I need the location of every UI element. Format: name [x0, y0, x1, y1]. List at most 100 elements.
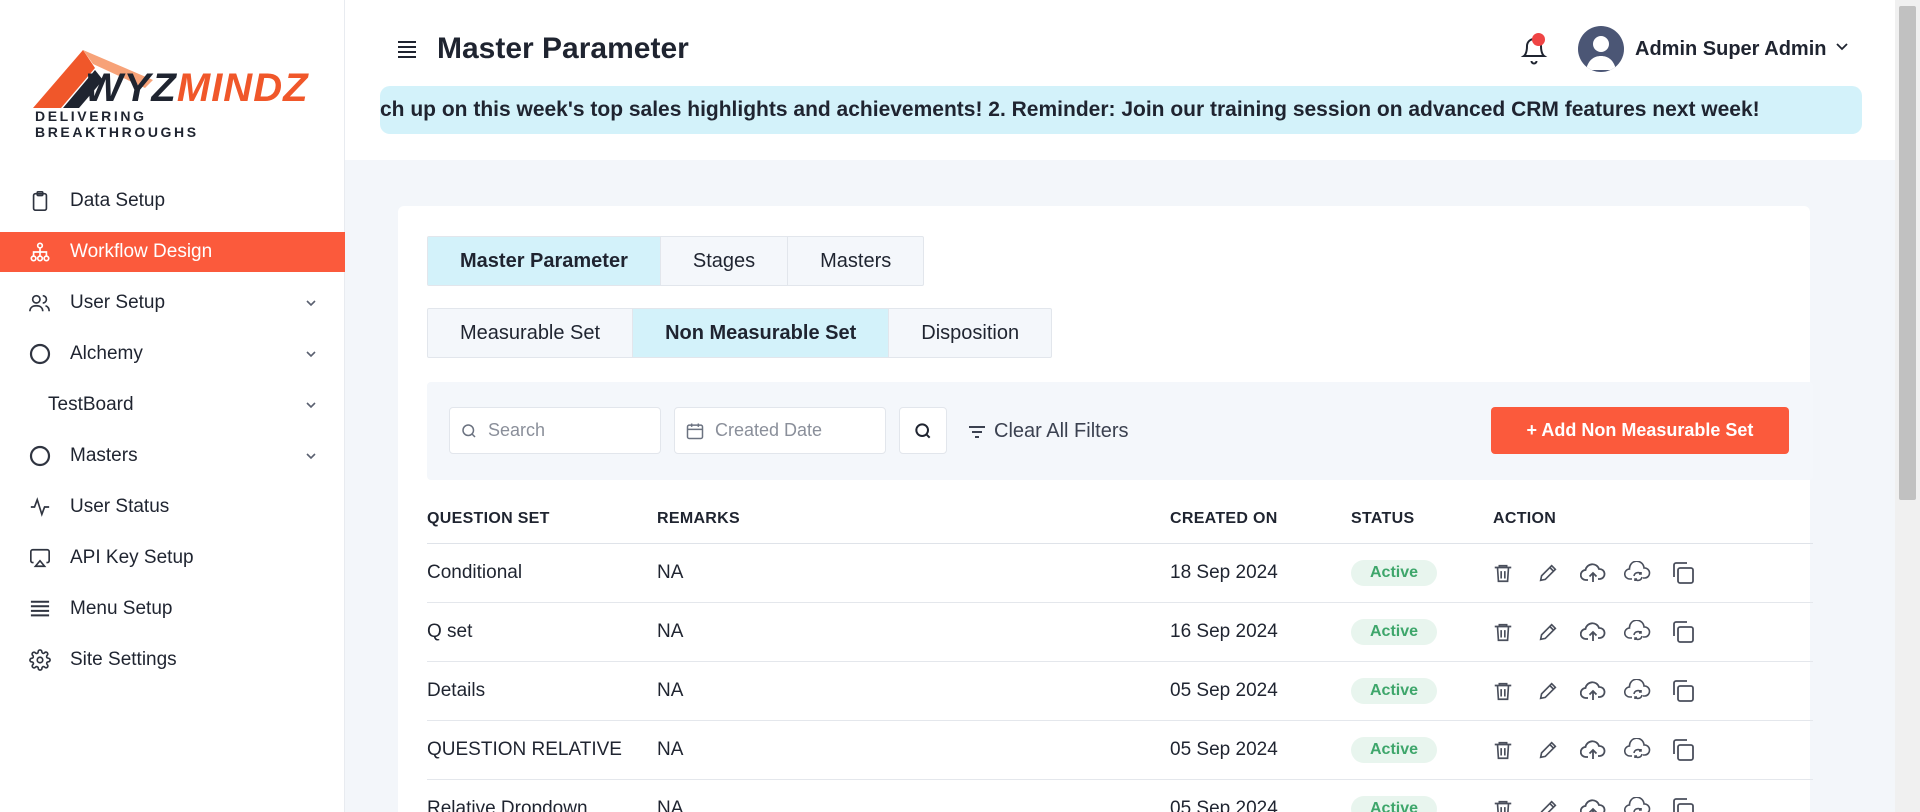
cloud-sync-icon[interactable] — [1624, 677, 1652, 705]
tab-master-parameter[interactable]: Master Parameter — [428, 237, 661, 285]
cell-question-set: Details — [427, 680, 486, 701]
users-icon — [28, 291, 52, 315]
logo-brand-part1: WYZ — [85, 66, 177, 110]
clipboard-icon — [28, 189, 52, 213]
tab-measurable-set[interactable]: Measurable Set — [428, 309, 634, 357]
status-badge: Active — [1351, 796, 1437, 812]
copy-icon[interactable] — [1669, 795, 1697, 812]
delete-icon[interactable] — [1489, 559, 1517, 587]
table-row: QUESTION RELATIVE NA 05 Sep 2024 Active — [427, 721, 1813, 780]
cell-created-on: 05 Sep 2024 — [1170, 798, 1278, 812]
hamburger-menu-icon[interactable] — [397, 40, 417, 58]
cloud-sync-icon[interactable] — [1624, 559, 1652, 587]
search-input[interactable] — [488, 420, 638, 441]
upload-icon[interactable] — [1579, 795, 1607, 812]
chevron-down-icon — [306, 452, 316, 459]
edit-icon[interactable] — [1534, 736, 1562, 764]
cloud-sync-icon[interactable] — [1624, 795, 1652, 812]
edit-icon[interactable] — [1534, 795, 1562, 812]
row-actions — [1489, 618, 1714, 646]
status-badge: Active — [1351, 737, 1437, 763]
calendar-icon — [685, 421, 705, 441]
cell-created-on: 05 Sep 2024 — [1170, 739, 1278, 760]
chevron-down-icon — [306, 401, 316, 408]
delete-icon[interactable] — [1489, 618, 1517, 646]
ticker-text: ch up on this week's top sales highlight… — [380, 98, 1760, 121]
avatar[interactable] — [1578, 26, 1624, 72]
copy-icon[interactable] — [1669, 736, 1697, 764]
edit-icon[interactable] — [1534, 559, 1562, 587]
tab-masters[interactable]: Masters — [788, 237, 923, 285]
delete-icon[interactable] — [1489, 677, 1517, 705]
activity-icon — [28, 495, 52, 519]
delete-icon[interactable] — [1489, 795, 1517, 812]
sidebar-item-label: Site Settings — [70, 648, 177, 670]
cell-question-set: Q set — [427, 621, 473, 642]
sidebar-item-workflow-design[interactable]: Workflow Design — [0, 232, 345, 272]
cell-question-set: QUESTION RELATIVE — [427, 739, 622, 760]
primary-tabs: Master Parameter Stages Masters — [427, 236, 925, 286]
upload-icon[interactable] — [1579, 559, 1607, 587]
cloud-sync-icon[interactable] — [1624, 618, 1652, 646]
add-non-measurable-set-button[interactable]: + Add Non Measurable Set — [1491, 407, 1789, 454]
tab-disposition[interactable]: Disposition — [889, 309, 1051, 357]
created-date-input[interactable] — [715, 420, 865, 441]
upload-icon[interactable] — [1579, 677, 1607, 705]
sidebar: WYZMINDZ DELIVERING BREAKTHROUGHS Data S… — [0, 0, 345, 812]
header-remarks: REMARKS — [657, 510, 740, 527]
search-icon — [460, 422, 478, 440]
upload-icon[interactable] — [1579, 736, 1607, 764]
tab-non-measurable-set[interactable]: Non Measurable Set — [633, 309, 890, 357]
copy-icon[interactable] — [1669, 677, 1697, 705]
sidebar-item-alchemy[interactable]: Alchemy — [0, 328, 345, 379]
sidebar-item-label: User Setup — [70, 291, 166, 313]
cell-remarks: NA — [657, 562, 684, 583]
edit-icon[interactable] — [1534, 677, 1562, 705]
notification-dot — [1532, 33, 1545, 46]
copy-icon[interactable] — [1669, 559, 1697, 587]
logo: WYZMINDZ DELIVERING BREAKTHROUGHS — [33, 50, 313, 140]
sidebar-item-testboard[interactable]: TestBoard — [0, 379, 345, 430]
cloud-sync-icon[interactable] — [1624, 736, 1652, 764]
page-title: Master Parameter — [437, 32, 689, 65]
scrollbar-thumb[interactable] — [1899, 6, 1916, 500]
sidebar-item-label: Masters — [70, 444, 138, 466]
row-actions — [1489, 559, 1714, 587]
circle-icon — [28, 444, 52, 468]
copy-icon[interactable] — [1669, 618, 1697, 646]
sidebar-item-label: Workflow Design — [70, 241, 213, 262]
search-button[interactable] — [899, 407, 947, 454]
question-set-table: QUESTION SET REMARKS CREATED ON STATUS A… — [427, 502, 1813, 812]
sidebar-item-user-setup[interactable]: User Setup — [0, 277, 345, 328]
edit-icon[interactable] — [1534, 618, 1562, 646]
delete-icon[interactable] — [1489, 736, 1517, 764]
status-badge: Active — [1351, 560, 1437, 586]
chevron-down-icon[interactable] — [1835, 42, 1849, 51]
sidebar-item-data-setup[interactable]: Data Setup — [0, 175, 345, 226]
cell-remarks: NA — [657, 739, 684, 760]
sidebar-item-menu-setup[interactable]: Menu Setup — [0, 583, 345, 634]
header-created-on: CREATED ON — [1170, 510, 1278, 527]
logo-brand-part2: MINDZ — [176, 66, 309, 110]
cell-question-set: Relative Dropdown — [427, 798, 588, 812]
cell-created-on: 18 Sep 2024 — [1170, 562, 1278, 583]
filter-icon — [968, 425, 986, 439]
sidebar-item-masters[interactable]: Masters — [0, 430, 345, 481]
status-badge: Active — [1351, 619, 1437, 645]
tab-stages[interactable]: Stages — [661, 237, 789, 285]
sidebar-item-api-key-setup[interactable]: API Key Setup — [0, 532, 345, 583]
sidebar-item-user-status[interactable]: User Status — [0, 481, 345, 532]
user-name[interactable]: Admin Super Admin — [1635, 38, 1826, 61]
upload-icon[interactable] — [1579, 618, 1607, 646]
search-icon — [915, 422, 931, 438]
sidebar-item-site-settings[interactable]: Site Settings — [0, 634, 345, 685]
chevron-down-icon — [306, 350, 316, 357]
created-date-field[interactable] — [674, 407, 886, 454]
table-row: Q set NA 16 Sep 2024 Active — [427, 603, 1813, 662]
chevron-down-icon — [306, 299, 316, 306]
vertical-scrollbar[interactable] — [1895, 0, 1920, 812]
clear-filters-button[interactable]: Clear All Filters — [968, 420, 1128, 443]
secondary-tabs: Measurable Set Non Measurable Set Dispos… — [427, 308, 1053, 358]
search-field[interactable] — [449, 407, 661, 454]
main-card: Master Parameter Stages Masters Measurab… — [398, 206, 1813, 812]
